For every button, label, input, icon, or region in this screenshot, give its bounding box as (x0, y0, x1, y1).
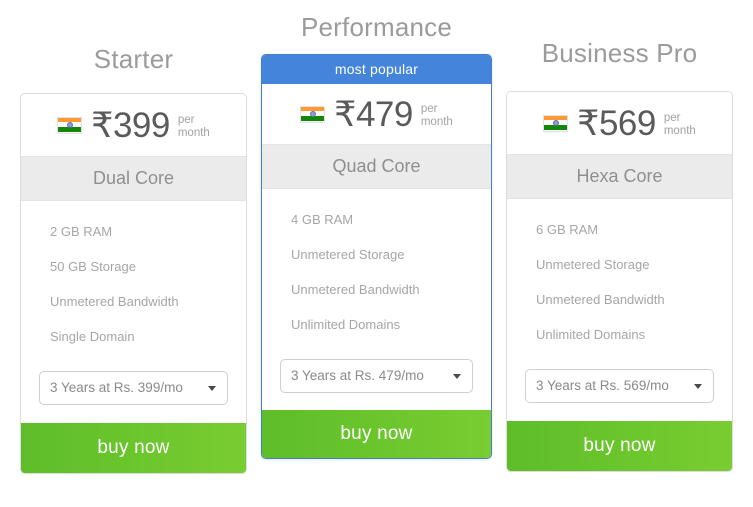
buy-now-button[interactable]: buy now (262, 409, 491, 458)
term-select[interactable]: 3 Years at Rs. 479/mo (280, 359, 473, 393)
term-select-wrapper: 3 Years at Rs. 569/mo (507, 369, 732, 421)
feature-item: Single Domain (50, 329, 135, 344)
term-select[interactable]: 3 Years at Rs. 399/mo (39, 371, 228, 405)
pricing-plan-starter: Starter ₹399 per month Dual Core 2 GB RA… (20, 0, 247, 474)
india-flag-icon (543, 114, 569, 132)
price-amount: ₹569 (577, 103, 656, 143)
term-select-value: 3 Years at Rs. 569/mo (536, 378, 669, 393)
price-row: ₹399 per month (21, 94, 246, 156)
term-select-value: 3 Years at Rs. 479/mo (291, 368, 424, 383)
term-select-wrapper: 3 Years at Rs. 479/mo (262, 359, 491, 410)
feature-item: 6 GB RAM (536, 222, 599, 237)
feature-list: 6 GB RAM Unmetered Storage Unmetered Ban… (507, 199, 732, 369)
price-period-line2: month (663, 124, 696, 137)
chevron-down-icon (694, 383, 702, 389)
plan-card: most popular ₹479 per month Quad Core 4 … (261, 54, 492, 459)
feature-item: 50 GB Storage (50, 259, 136, 274)
india-flag-icon (57, 116, 83, 134)
feature-item: Unlimited Domains (291, 317, 401, 332)
price-period-line2: month (177, 126, 210, 139)
feature-item: Unlimited Domains (536, 327, 646, 342)
feature-item: Unmetered Bandwidth (50, 294, 179, 309)
plan-title: Starter (93, 44, 174, 74)
buy-now-button[interactable]: buy now (507, 420, 732, 471)
plan-title: Business Pro (541, 38, 698, 68)
price-period: per month (664, 109, 696, 138)
feature-item: Unmetered Storage (536, 257, 650, 272)
price-period-line1: per (420, 102, 438, 115)
price-period: per month (421, 100, 453, 129)
price-amount: ₹479 (334, 94, 413, 134)
feature-list: 2 GB RAM 50 GB Storage Unmetered Bandwid… (21, 201, 246, 371)
buy-now-button[interactable]: buy now (21, 422, 246, 473)
cpu-core-label: Dual Core (21, 156, 246, 201)
pricing-plan-business-pro: Business Pro ₹569 per month Hexa Core 6 … (506, 0, 733, 472)
feature-item: Unmetered Bandwidth (291, 282, 420, 297)
price-period-line1: per (663, 111, 681, 124)
pricing-plan-performance: Performance most popular ₹479 per month … (261, 0, 492, 459)
india-flag-icon (300, 105, 326, 123)
price-period-line1: per (177, 113, 195, 126)
feature-item: Unmetered Storage (291, 247, 405, 262)
cpu-core-label: Quad Core (262, 144, 491, 189)
plan-card: ₹399 per month Dual Core 2 GB RAM 50 GB … (20, 93, 247, 474)
pricing-table: Starter ₹399 per month Dual Core 2 GB RA… (0, 0, 753, 507)
most-popular-badge: most popular (262, 55, 491, 84)
plan-card: ₹569 per month Hexa Core 6 GB RAM Unmete… (506, 91, 733, 472)
feature-item: 4 GB RAM (291, 212, 354, 227)
cpu-core-label: Hexa Core (507, 154, 732, 199)
feature-item: Unmetered Bandwidth (536, 292, 665, 307)
price-period-line2: month (420, 115, 453, 128)
term-select-wrapper: 3 Years at Rs. 399/mo (21, 371, 246, 423)
chevron-down-icon (453, 373, 461, 379)
feature-item: 2 GB RAM (50, 224, 113, 239)
plan-title: Performance (300, 12, 453, 42)
price-amount: ₹399 (91, 105, 170, 145)
feature-list: 4 GB RAM Unmetered Storage Unmetered Ban… (262, 189, 491, 359)
chevron-down-icon (208, 385, 216, 391)
term-select-value: 3 Years at Rs. 399/mo (50, 380, 183, 395)
price-row: ₹569 per month (507, 92, 732, 154)
price-period: per month (178, 111, 210, 140)
term-select[interactable]: 3 Years at Rs. 569/mo (525, 369, 714, 403)
price-row: ₹479 per month (262, 84, 491, 144)
